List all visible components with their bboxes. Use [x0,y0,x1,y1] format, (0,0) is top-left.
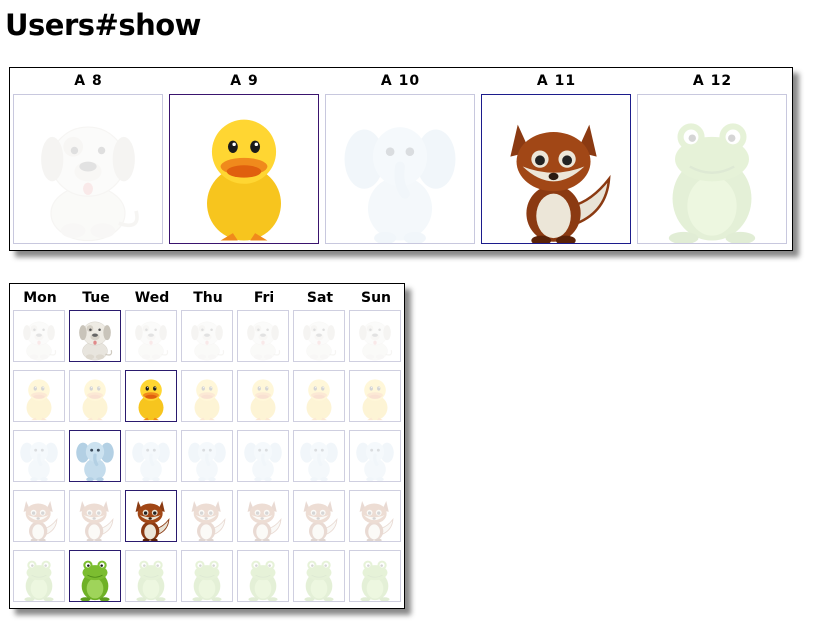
week-column-label: A 8 [74,73,103,89]
week-cell[interactable] [325,94,475,244]
dog-icon [247,321,281,361]
calendar-cell[interactable] [349,310,401,362]
day-header-mon: Mon [23,290,57,306]
week-panel: A 8 A 9 A 10 A 11 A 12 [9,67,793,251]
dog-icon [191,321,225,361]
calendar-cell[interactable] [125,490,177,542]
dog-icon [359,321,393,361]
frog-icon [304,560,334,601]
calendar-cell[interactable] [181,430,233,482]
calendar-cell[interactable] [237,490,289,542]
frog-icon [136,560,166,601]
calendar-cell[interactable] [181,550,233,602]
calendar-cell[interactable] [237,310,289,362]
calendar-panel: Mon Tue Wed Thu Fri Sat Sun [9,283,405,609]
dog-icon [303,321,337,361]
frog-icon [24,560,54,601]
calendar-cell[interactable] [181,370,233,422]
calendar-cell[interactable] [237,370,289,422]
fox-icon [510,124,611,243]
calendar-cell[interactable] [69,310,121,362]
fox-icon [191,501,226,541]
elephant-icon [356,441,394,481]
calendar-cell[interactable] [293,550,345,602]
frog-icon [360,560,390,601]
page-title: Users#show [5,8,201,42]
frog-icon [192,560,222,601]
calendar-cell[interactable] [125,550,177,602]
week-column-label: A 12 [692,73,733,89]
calendar-cell[interactable] [349,430,401,482]
calendar-cell[interactable] [125,430,177,482]
dog-icon [135,321,169,361]
calendar-cell[interactable] [293,490,345,542]
duck-icon [194,379,220,421]
elephant-icon [300,441,338,481]
dog-icon [23,321,57,361]
elephant-icon [132,441,170,481]
week-cell[interactable] [13,94,163,244]
elephant-icon [188,441,226,481]
frog-icon [80,560,110,601]
elephant-icon [20,441,58,481]
fox-icon [23,501,58,541]
fox-icon [303,501,338,541]
frog-icon [248,560,278,601]
fox-icon [135,501,170,541]
duck-icon [82,379,108,421]
dog-icon [79,321,113,361]
calendar-cell[interactable] [13,490,65,542]
duck-icon [306,379,332,421]
fox-icon [247,501,282,541]
calendar-cell[interactable] [349,370,401,422]
calendar-cell[interactable] [237,430,289,482]
calendar-cell[interactable] [13,310,65,362]
frog-icon [668,123,756,243]
calendar-cell[interactable] [69,430,121,482]
calendar-cell[interactable] [181,310,233,362]
calendar-cell[interactable] [13,430,65,482]
week-cell[interactable] [637,94,787,244]
duck-icon [362,379,388,421]
calendar-cell[interactable] [293,430,345,482]
day-header-thu: Thu [193,290,223,306]
calendar-cell[interactable] [69,370,121,422]
calendar-cell[interactable] [69,550,121,602]
calendar-cell[interactable] [293,310,345,362]
day-header-wed: Wed [134,290,170,306]
day-header-sun: Sun [360,290,392,306]
fox-icon [79,501,114,541]
calendar-cell[interactable] [349,550,401,602]
week-cell[interactable] [481,94,631,244]
day-header-fri: Fri [253,290,275,306]
elephant-icon [76,441,114,481]
calendar-cell[interactable] [293,370,345,422]
day-header-sat: Sat [306,290,334,306]
dog-icon [41,126,139,242]
week-cell[interactable] [169,94,319,244]
calendar-cell[interactable] [69,490,121,542]
fox-icon [359,501,394,541]
duck-icon [138,379,164,421]
duck-icon [207,119,281,241]
week-column-label: A 9 [230,73,259,89]
calendar-cell[interactable] [13,550,65,602]
day-header-tue: Tue [82,290,110,306]
calendar-cell[interactable] [125,310,177,362]
duck-icon [26,379,52,421]
duck-icon [250,379,276,421]
elephant-icon [244,441,282,481]
week-column-label: A 10 [380,73,421,89]
calendar-cell[interactable] [181,490,233,542]
calendar-cell[interactable] [13,370,65,422]
week-column-label: A 11 [536,73,577,89]
calendar-cell[interactable] [349,490,401,542]
elephant-icon [344,127,456,243]
calendar-cell[interactable] [125,370,177,422]
calendar-cell[interactable] [237,550,289,602]
